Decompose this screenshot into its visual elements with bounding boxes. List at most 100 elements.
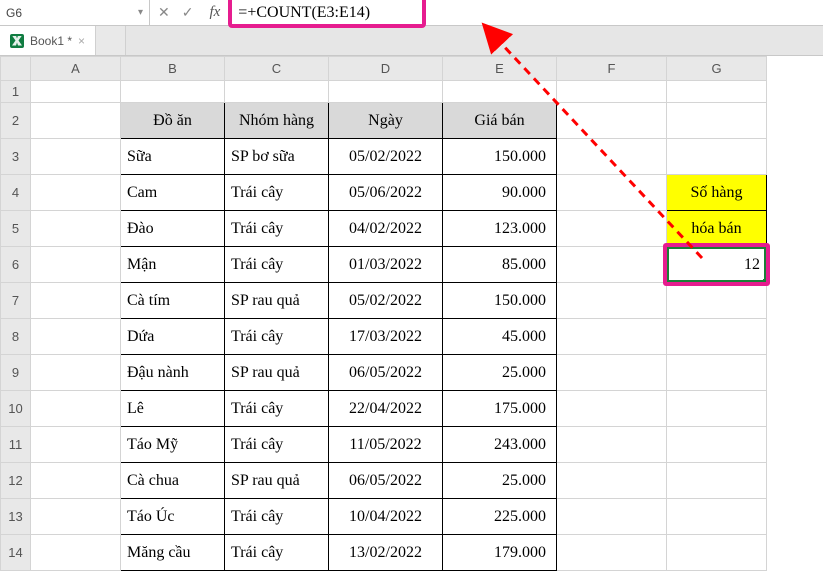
- cell[interactable]: Cà chua: [121, 463, 225, 499]
- table-header[interactable]: Giá bán: [443, 103, 557, 139]
- cell[interactable]: SP rau quả: [225, 355, 329, 391]
- cell[interactable]: Cà tím: [121, 283, 225, 319]
- cell[interactable]: [557, 427, 667, 463]
- cell[interactable]: [31, 175, 121, 211]
- cell[interactable]: [31, 427, 121, 463]
- active-cell-G6[interactable]: 12: [667, 247, 767, 283]
- cell[interactable]: [667, 355, 767, 391]
- cell[interactable]: [667, 103, 767, 139]
- cell[interactable]: 25.000: [443, 463, 557, 499]
- cell[interactable]: [667, 391, 767, 427]
- cell[interactable]: [557, 81, 667, 103]
- cell[interactable]: [31, 81, 121, 103]
- cell[interactable]: Trái cây: [225, 499, 329, 535]
- cell[interactable]: [557, 247, 667, 283]
- row-header[interactable]: 14: [1, 535, 31, 571]
- cell[interactable]: Đậu nành: [121, 355, 225, 391]
- row-header[interactable]: 11: [1, 427, 31, 463]
- cell[interactable]: [31, 463, 121, 499]
- cell[interactable]: 22/04/2022: [329, 391, 443, 427]
- cell[interactable]: [667, 283, 767, 319]
- cell[interactable]: Trái cây: [225, 535, 329, 571]
- cell[interactable]: [329, 81, 443, 103]
- cell[interactable]: 150.000: [443, 283, 557, 319]
- cell[interactable]: Trái cây: [225, 175, 329, 211]
- cell[interactable]: [31, 319, 121, 355]
- cell[interactable]: [225, 81, 329, 103]
- cell[interactable]: 25.000: [443, 355, 557, 391]
- cell[interactable]: 225.000: [443, 499, 557, 535]
- table-header[interactable]: Ngày: [329, 103, 443, 139]
- cell[interactable]: 123.000: [443, 211, 557, 247]
- cell[interactable]: [121, 81, 225, 103]
- row-header[interactable]: 1: [1, 81, 31, 103]
- cell[interactable]: Trái cây: [225, 211, 329, 247]
- name-box[interactable]: G6 ▾: [0, 0, 150, 25]
- cell[interactable]: [557, 391, 667, 427]
- cell[interactable]: Trái cây: [225, 427, 329, 463]
- cell[interactable]: 06/05/2022: [329, 355, 443, 391]
- col-header-A[interactable]: A: [31, 57, 121, 81]
- cell[interactable]: Dứa: [121, 319, 225, 355]
- cell[interactable]: 13/02/2022: [329, 535, 443, 571]
- cell[interactable]: 10/04/2022: [329, 499, 443, 535]
- cell[interactable]: 150.000: [443, 139, 557, 175]
- cell[interactable]: Măng cầu: [121, 535, 225, 571]
- col-header-G[interactable]: G: [667, 57, 767, 81]
- row-header[interactable]: 13: [1, 499, 31, 535]
- workbook-tab[interactable]: Book1 * ×: [0, 26, 96, 55]
- cell[interactable]: 179.000: [443, 535, 557, 571]
- cell[interactable]: 11/05/2022: [329, 427, 443, 463]
- cell[interactable]: Lê: [121, 391, 225, 427]
- cell[interactable]: [667, 319, 767, 355]
- cell[interactable]: [557, 103, 667, 139]
- cell[interactable]: [557, 535, 667, 571]
- row-header[interactable]: 12: [1, 463, 31, 499]
- cell[interactable]: 17/03/2022: [329, 319, 443, 355]
- cell[interactable]: [557, 139, 667, 175]
- cell[interactable]: [31, 535, 121, 571]
- cell[interactable]: Trái cây: [225, 391, 329, 427]
- cell[interactable]: [31, 103, 121, 139]
- cell[interactable]: [557, 211, 667, 247]
- close-icon[interactable]: ×: [78, 34, 85, 48]
- cell[interactable]: 05/02/2022: [329, 139, 443, 175]
- cell[interactable]: SP rau quả: [225, 283, 329, 319]
- col-header-B[interactable]: B: [121, 57, 225, 81]
- result-label-cell[interactable]: hóa bán: [667, 211, 767, 247]
- row-header[interactable]: 9: [1, 355, 31, 391]
- cell[interactable]: Mận: [121, 247, 225, 283]
- cell[interactable]: [667, 81, 767, 103]
- cell[interactable]: [31, 391, 121, 427]
- cell[interactable]: [557, 499, 667, 535]
- cell[interactable]: [667, 139, 767, 175]
- row-header[interactable]: 4: [1, 175, 31, 211]
- cell[interactable]: Sữa: [121, 139, 225, 175]
- fx-icon[interactable]: fx: [205, 4, 230, 21]
- cell[interactable]: 175.000: [443, 391, 557, 427]
- cell[interactable]: SP bơ sữa: [225, 139, 329, 175]
- row-header[interactable]: 6: [1, 247, 31, 283]
- row-header[interactable]: 2: [1, 103, 31, 139]
- cell[interactable]: 06/05/2022: [329, 463, 443, 499]
- table-header[interactable]: Nhóm hàng: [225, 103, 329, 139]
- cell[interactable]: Trái cây: [225, 319, 329, 355]
- cell[interactable]: 01/03/2022: [329, 247, 443, 283]
- cell[interactable]: Táo Úc: [121, 499, 225, 535]
- cell[interactable]: Cam: [121, 175, 225, 211]
- cell[interactable]: 243.000: [443, 427, 557, 463]
- cell[interactable]: [31, 283, 121, 319]
- col-header-C[interactable]: C: [225, 57, 329, 81]
- cell[interactable]: [667, 499, 767, 535]
- chevron-down-icon[interactable]: ▾: [138, 7, 143, 18]
- cell[interactable]: [31, 499, 121, 535]
- cell[interactable]: 05/06/2022: [329, 175, 443, 211]
- accept-icon[interactable]: ✓: [182, 4, 194, 21]
- cell[interactable]: [31, 211, 121, 247]
- row-header[interactable]: 7: [1, 283, 31, 319]
- cell[interactable]: [31, 247, 121, 283]
- cell[interactable]: [557, 175, 667, 211]
- cell[interactable]: [31, 355, 121, 391]
- row-header[interactable]: 8: [1, 319, 31, 355]
- formula-input[interactable]: =+COUNT(E3:E14): [238, 0, 823, 25]
